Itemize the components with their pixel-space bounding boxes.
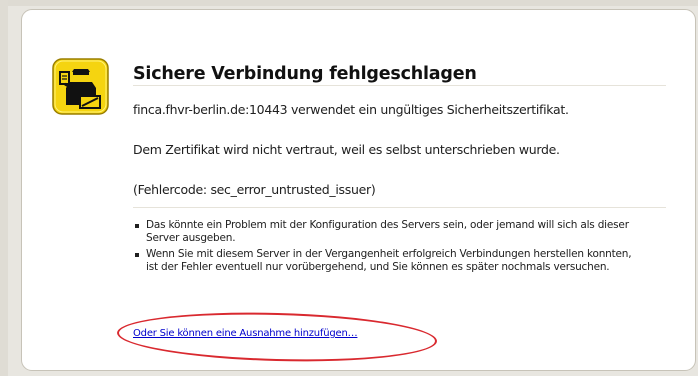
- details-divider: [133, 207, 666, 208]
- security-officer-icon: [52, 58, 109, 115]
- list-item: Das könnte ein Problem mit der Konfigura…: [124, 219, 644, 244]
- error-reason: Dem Zertifikat wird nicht vertraut, weil…: [133, 142, 560, 157]
- error-page-container: Sichere Verbindung fehlgeschlagen finca.…: [21, 9, 696, 371]
- error-code: (Fehlercode: sec_error_untrusted_issuer): [133, 182, 376, 197]
- page-title: Sichere Verbindung fehlgeschlagen: [133, 64, 477, 84]
- explanation-list: Das könnte ein Problem mit der Konfigura…: [124, 219, 644, 277]
- title-divider: [133, 85, 666, 86]
- window-top-strip: [0, 0, 698, 6]
- error-message: finca.fhvr-berlin.de:10443 verwendet ein…: [133, 102, 569, 117]
- window-left-strip: [0, 0, 8, 376]
- list-item: Wenn Sie mit diesem Server in der Vergan…: [124, 248, 644, 273]
- annotation-circle: [116, 308, 438, 366]
